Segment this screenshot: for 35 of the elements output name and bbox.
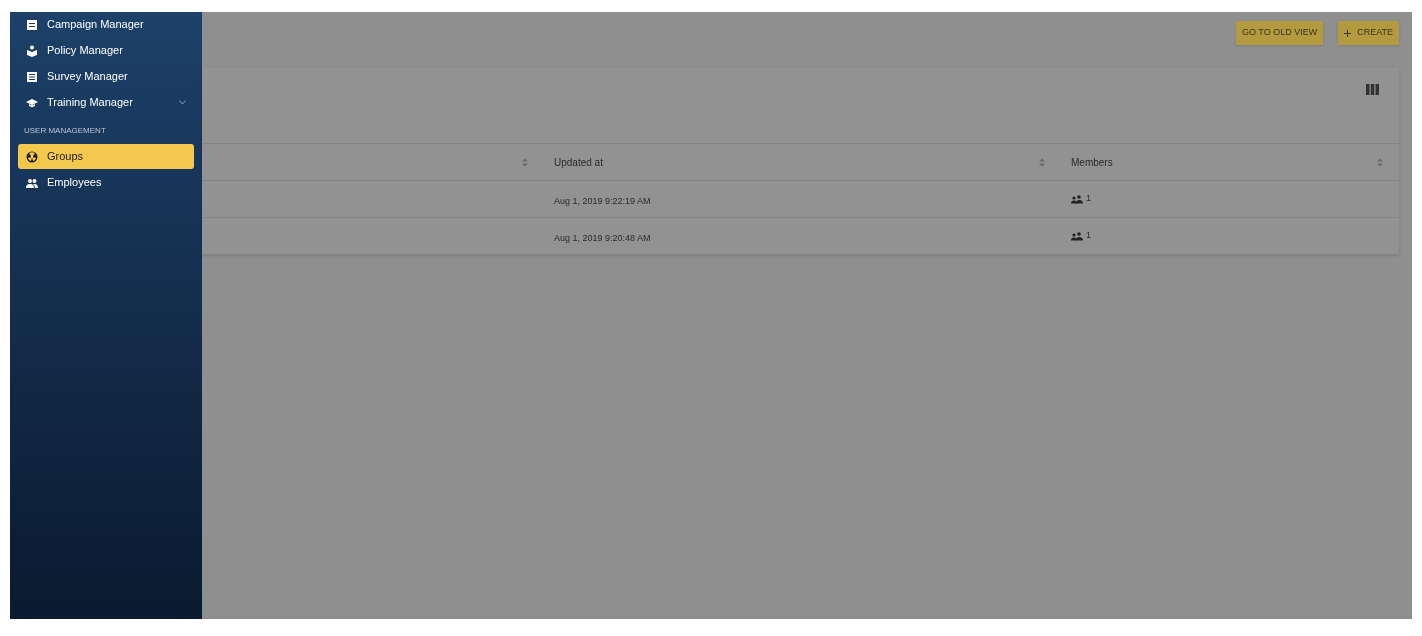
nav-label: Survey Manager	[47, 69, 129, 85]
list-icon	[26, 70, 38, 83]
table-cell: Aug 1, 2019 9:22:19 AM	[554, 196, 651, 206]
columns-icon[interactable]	[1366, 84, 1379, 95]
table-cell: Aug 1, 2019 9:20:48 AM	[554, 233, 651, 243]
table-cell: 1	[1086, 229, 1091, 243]
nav-item[interactable]: Campaign Manager	[18, 12, 194, 37]
plus-icon	[1344, 29, 1352, 37]
box-icon	[26, 44, 38, 57]
nav-item[interactable]: Training Manager	[18, 90, 194, 115]
nav-item[interactable]: Survey Manager	[18, 64, 194, 89]
section-heading: USER MANAGEMENT	[23, 125, 107, 137]
nav-item[interactable]: Employees	[18, 170, 194, 195]
sort-icon[interactable]	[1377, 157, 1383, 167]
nav-label: Employees	[47, 175, 103, 191]
people-icon	[26, 176, 38, 189]
nav-item[interactable]: Policy Manager	[18, 38, 194, 63]
members-icon	[1071, 194, 1083, 204]
column-header: Updated at	[554, 155, 604, 170]
members-icon	[1071, 231, 1083, 241]
nav-label: Training Manager	[47, 95, 134, 111]
document-icon	[26, 18, 38, 31]
column-header: Members	[1071, 155, 1114, 170]
nav-label: Campaign Manager	[47, 17, 145, 33]
toolbar-button[interactable]: CREATE	[1338, 21, 1399, 45]
sort-icon[interactable]	[522, 157, 528, 167]
nav-label: Groups	[47, 149, 85, 165]
nav-label: Policy Manager	[47, 43, 124, 59]
radiation-icon	[26, 150, 38, 163]
chevron-icon[interactable]	[179, 100, 186, 105]
toolbar-button[interactable]: GO TO OLD VIEW	[1235, 21, 1324, 45]
nav-item[interactable]: Groups	[18, 144, 194, 169]
sort-icon[interactable]	[1039, 157, 1045, 167]
table-cell: 1	[1086, 192, 1091, 206]
graduation-cap-icon	[26, 96, 38, 109]
